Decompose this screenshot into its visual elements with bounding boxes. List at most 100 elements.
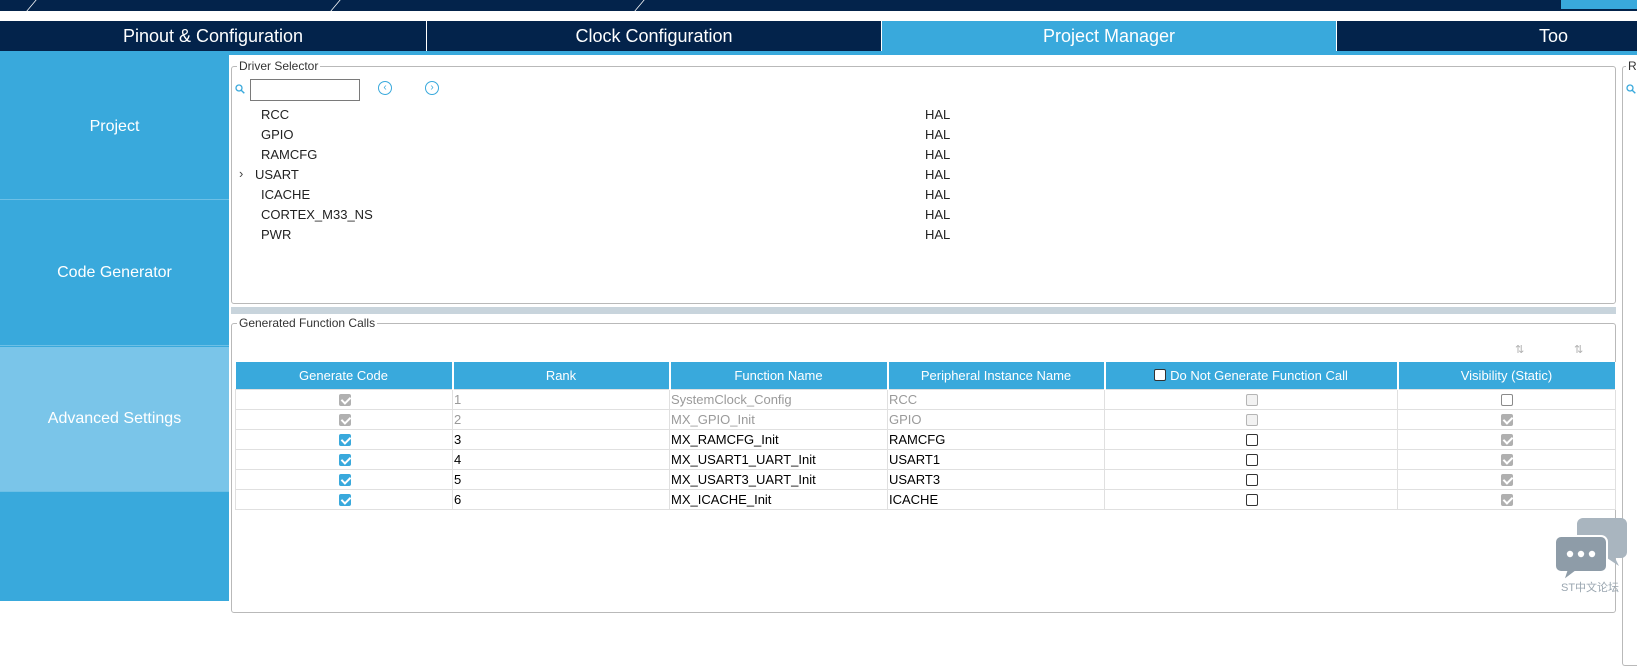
do-not-generate-all-checkbox[interactable] [1154, 369, 1167, 382]
column-header-do-not-generate[interactable]: Do Not Generate Function Call [1104, 362, 1399, 389]
driver-type[interactable]: HAL [925, 167, 950, 182]
visibility-static-checkbox[interactable] [1501, 434, 1513, 447]
tab-pinout-configuration[interactable]: Pinout & Configuration [0, 21, 427, 51]
do-not-generate-checkbox[interactable] [1245, 454, 1258, 467]
do-not-generate-checkbox[interactable] [1245, 414, 1258, 427]
generate-code-checkbox[interactable] [338, 494, 351, 507]
tab-underline [0, 51, 1637, 55]
visibility-cell [1397, 448, 1616, 470]
do-not-generate-cell [1104, 428, 1398, 450]
sort-ascending-icon[interactable]: ⇅ [1515, 343, 1529, 356]
driver-type[interactable]: HAL [925, 107, 950, 122]
visibility-static-checkbox[interactable] [1501, 394, 1513, 407]
column-header-visibility[interactable]: Visibility (Static) [1397, 362, 1617, 389]
breadcrumb-bar [0, 0, 1637, 11]
driver-type[interactable]: HAL [925, 227, 950, 242]
rank-cell: 3 [452, 428, 670, 450]
column-header-peripheral-instance[interactable]: Peripheral Instance Name [887, 362, 1106, 389]
breadcrumb-separator [17, 0, 37, 11]
function-name-cell: MX_USART3_UART_Init [669, 468, 888, 490]
driver-name: ICACHE [261, 187, 311, 202]
function-name-cell: SystemClock_Config [669, 388, 888, 410]
function-name-cell: MX_USART1_UART_Init [669, 448, 888, 470]
driver-name: RAMCFG [261, 147, 318, 162]
sidebar-item-code-generator[interactable]: Code Generator [0, 201, 229, 346]
visibility-static-checkbox[interactable] [1501, 494, 1513, 507]
main-tab-bar: Pinout & Configuration Clock Configurati… [0, 21, 1637, 51]
visibility-static-checkbox[interactable] [1501, 414, 1513, 427]
driver-type[interactable]: HAL [925, 207, 950, 222]
do-not-generate-cell [1104, 468, 1398, 490]
driver-name: PWR [261, 227, 292, 242]
do-not-generate-checkbox[interactable] [1245, 394, 1258, 407]
generate-code-checkbox[interactable] [338, 394, 351, 407]
driver-name: GPIO [261, 127, 294, 142]
circle-left-icon[interactable]: ‹ [378, 81, 392, 95]
breadcrumb-separator [321, 0, 341, 11]
tab-clock-configuration[interactable]: Clock Configuration [427, 21, 882, 51]
peripheral-instance-cell: RAMCFG [887, 428, 1105, 450]
generate-code-checkbox[interactable] [338, 434, 351, 447]
driver-row[interactable]: CORTEX_M33_NS HAL [236, 205, 1616, 225]
search-icon [1626, 84, 1636, 94]
right-panel-title: R [1626, 59, 1637, 73]
table-row[interactable]: 6 MX_ICACHE_Init ICACHE [235, 488, 1616, 510]
driver-row[interactable]: PWR HAL [236, 225, 1616, 245]
table-row[interactable]: 2 MX_GPIO_Init GPIO [235, 408, 1616, 430]
tab-project-manager[interactable]: Project Manager [882, 21, 1337, 51]
visibility-static-checkbox[interactable] [1501, 454, 1513, 467]
driver-type[interactable]: HAL [925, 127, 950, 142]
peripheral-instance-cell: GPIO [887, 408, 1105, 430]
driver-type[interactable]: HAL [925, 187, 950, 202]
column-header-rank[interactable]: Rank [452, 362, 671, 389]
visibility-cell [1397, 488, 1616, 510]
sidebar-item-project[interactable]: Project [0, 55, 229, 200]
column-header-generate-code[interactable]: Generate Code [235, 362, 454, 389]
table-row[interactable]: 1 SystemClock_Config RCC [235, 388, 1616, 410]
driver-search-input[interactable] [250, 79, 360, 101]
panel-splitter[interactable] [231, 307, 1616, 314]
rank-cell: 6 [452, 488, 670, 510]
sidebar-item-label: Advanced Settings [47, 410, 182, 427]
driver-name: RCC [261, 107, 290, 122]
driver-row[interactable]: ICACHE HAL [236, 185, 1616, 205]
rank-cell: 2 [452, 408, 670, 430]
generate-code-checkbox[interactable] [338, 474, 351, 487]
search-icon [235, 84, 245, 94]
driver-selector-title: Driver Selector [237, 59, 321, 73]
visibility-cell [1397, 428, 1616, 450]
breadcrumb-corner[interactable] [1561, 0, 1637, 9]
rank-cell: 5 [452, 468, 670, 490]
do-not-generate-cell [1104, 448, 1398, 470]
generate-code-cell [235, 388, 453, 410]
table-row[interactable]: 4 MX_USART1_UART_Init USART1 [235, 448, 1616, 470]
circle-right-icon[interactable]: › [425, 81, 439, 95]
chevron-right-icon[interactable]: › [239, 166, 249, 181]
driver-row[interactable]: RCC HAL [236, 105, 1616, 125]
driver-type[interactable]: HAL [925, 147, 950, 162]
peripheral-instance-cell: USART3 [887, 468, 1105, 490]
visibility-static-checkbox[interactable] [1501, 474, 1513, 487]
sidebar-item-advanced-settings[interactable]: Advanced Settings [0, 347, 229, 492]
driver-row[interactable]: › USART HAL [236, 165, 1616, 185]
sort-descending-icon[interactable]: ⇅ [1574, 343, 1588, 356]
tab-tools[interactable]: Too [1337, 21, 1637, 51]
visibility-cell [1397, 388, 1616, 410]
rank-cell: 4 [452, 448, 670, 470]
generate-code-cell [235, 428, 453, 450]
table-row[interactable]: 3 MX_RAMCFG_Init RAMCFG [235, 428, 1616, 450]
do-not-generate-checkbox[interactable] [1245, 494, 1258, 507]
function-name-cell: MX_GPIO_Init [669, 408, 888, 430]
column-header-function-name[interactable]: Function Name [669, 362, 889, 389]
peripheral-instance-cell: ICACHE [887, 488, 1105, 510]
driver-row[interactable]: GPIO HAL [236, 125, 1616, 145]
table-row[interactable]: 5 MX_USART3_UART_Init USART3 [235, 468, 1616, 490]
generate-code-cell [235, 468, 453, 490]
driver-row[interactable]: RAMCFG HAL [236, 145, 1616, 165]
function-calls-table: Generate Code Rank Function Name Periphe… [235, 362, 1617, 510]
generate-code-checkbox[interactable] [338, 414, 351, 427]
visibility-cell [1397, 468, 1616, 490]
generate-code-checkbox[interactable] [338, 454, 351, 467]
do-not-generate-checkbox[interactable] [1245, 474, 1258, 487]
do-not-generate-checkbox[interactable] [1245, 434, 1258, 447]
